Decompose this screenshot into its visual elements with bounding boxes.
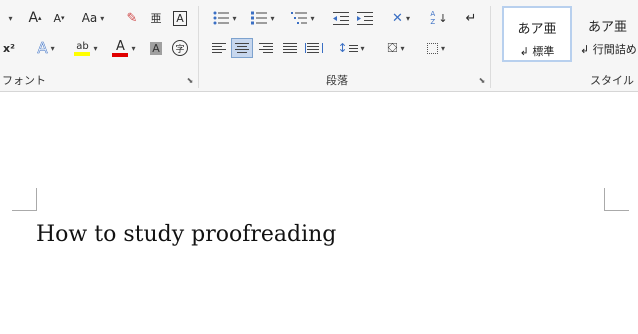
- superscript-button[interactable]: x²: [0, 38, 18, 58]
- multilevel-list-icon: [291, 12, 308, 24]
- chevron-down-icon: ▾: [360, 43, 365, 53]
- chevron-down-icon: ▾: [50, 43, 55, 53]
- phonetic-guide-button[interactable]: 亜: [146, 8, 166, 28]
- increase-indent-icon: [357, 12, 373, 25]
- chevron-down-icon: ▾: [270, 13, 275, 23]
- grow-font-button[interactable]: A ▴: [24, 8, 46, 28]
- numbering-button[interactable]: ▾: [246, 8, 280, 28]
- group-separator: [198, 6, 199, 88]
- eraser-icon: ✎: [126, 10, 138, 26]
- style-sample: あア亜: [517, 22, 557, 37]
- style-name: ↲ 行間詰め: [580, 43, 637, 56]
- increase-indent-button[interactable]: [354, 8, 376, 28]
- paragraph-group-label: 段落: [326, 74, 348, 87]
- chevron-down-icon: ▾: [440, 43, 445, 53]
- align-left-icon: [212, 43, 226, 53]
- chevron-down-icon: ▾: [8, 13, 13, 23]
- font-color-bar: [112, 52, 129, 57]
- align-center-icon: [235, 43, 249, 53]
- asian-layout-icon: ✕: [392, 10, 403, 26]
- style-normal-card[interactable]: あア亜 ↲ 標準: [502, 6, 572, 62]
- decrease-indent-button[interactable]: [330, 8, 352, 28]
- shrink-font-button[interactable]: A ▾: [48, 8, 70, 28]
- align-right-icon: [259, 43, 273, 53]
- distributed-button[interactable]: [303, 38, 325, 58]
- text-effect-button[interactable]: A ▾: [28, 38, 64, 58]
- borders-button[interactable]: ▾: [418, 38, 454, 58]
- shading-button[interactable]: ⛋ ▾: [378, 38, 414, 58]
- chevron-down-icon: ▾: [100, 13, 105, 23]
- chevron-down-icon: ▾: [400, 43, 405, 53]
- chevron-down-icon: ▾: [232, 13, 237, 23]
- bullet-list-icon: [213, 11, 230, 25]
- decrease-indent-icon: [333, 12, 349, 25]
- dialog-launcher-icon[interactable]: ⬊: [478, 77, 486, 85]
- clear-formatting-button[interactable]: ✎: [122, 8, 142, 28]
- show-marks-button[interactable]: ↵: [462, 8, 480, 28]
- styles-group-label: スタイル: [590, 74, 634, 87]
- numbered-list-icon: [251, 11, 268, 25]
- borders-icon: [426, 42, 438, 54]
- asian-layout-button[interactable]: ✕ ▾: [384, 8, 418, 28]
- document-heading[interactable]: How to study proofreading: [36, 222, 336, 247]
- font-group-label: フォント: [2, 74, 46, 87]
- sort-button[interactable]: A Z ↓: [428, 6, 450, 30]
- dialog-launcher-icon[interactable]: ⬊: [186, 77, 194, 85]
- paint-bucket-icon: ⛋: [387, 40, 398, 56]
- char-shading-button[interactable]: A: [146, 38, 166, 58]
- margin-corner-top-left: [12, 188, 37, 211]
- margin-corner-top-right: [604, 188, 629, 211]
- char-border-button[interactable]: A: [170, 8, 190, 28]
- chevron-down-icon: ▾: [93, 43, 98, 53]
- align-left-button[interactable]: [208, 38, 230, 58]
- font-color-button[interactable]: A ▾: [106, 38, 142, 58]
- ribbon: ▾ A ▴ A ▾ Aa ▾ ✎ 亜 A x² A ▾ ab ▾ A ▾ A 字…: [0, 0, 638, 92]
- change-case-button[interactable]: Aa ▾: [76, 8, 110, 28]
- chevron-down-icon: ▾: [405, 13, 410, 23]
- enclose-char-button[interactable]: 字: [170, 38, 190, 58]
- justify-icon: [283, 43, 297, 53]
- document-page[interactable]: [0, 92, 638, 334]
- line-spacing-button[interactable]: ↕ ▾: [334, 38, 368, 58]
- align-center-button[interactable]: [231, 38, 253, 58]
- line-spacing-icon: ↕: [337, 41, 348, 55]
- sort-arrow-icon: ↓: [438, 11, 448, 25]
- highlight-button[interactable]: ab ▾: [68, 38, 104, 58]
- chevron-down-icon: ▾: [310, 13, 315, 23]
- chevron-down-icon: ▾: [131, 43, 136, 53]
- justify-button[interactable]: [279, 38, 301, 58]
- highlight-color-bar: [74, 51, 91, 56]
- align-right-button[interactable]: [255, 38, 277, 58]
- font-size-dropdown[interactable]: ▾: [0, 8, 18, 28]
- bullets-button[interactable]: ▾: [208, 8, 242, 28]
- multilevel-list-button[interactable]: ▾: [286, 8, 320, 28]
- distributed-icon: [305, 43, 323, 53]
- style-name: ↲ 標準: [519, 45, 555, 58]
- style-sample: あア亜: [588, 20, 628, 35]
- style-no-spacing-card[interactable]: あア亜 ↲ 行間詰め: [576, 6, 638, 62]
- group-separator: [490, 6, 491, 88]
- paragraph-mark-icon: ↵: [465, 10, 477, 26]
